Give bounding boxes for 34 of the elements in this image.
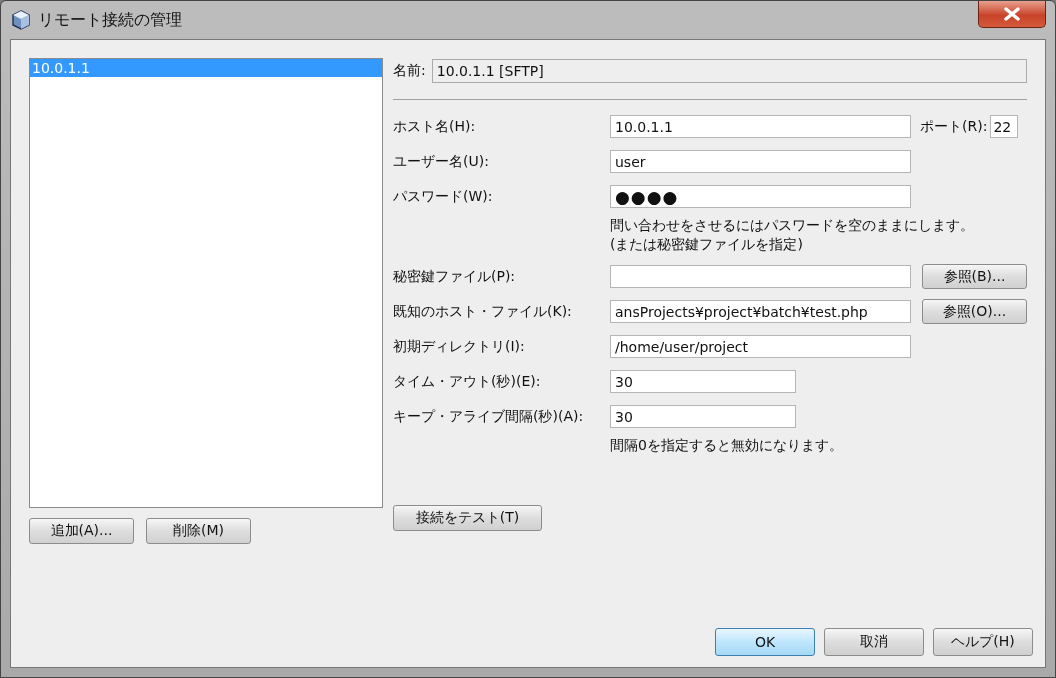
input-field[interactable]: 10.0.1.1 <box>610 115 911 138</box>
dialog-button[interactable]: ヘルプ(H) <box>933 628 1033 656</box>
test-connection-button[interactable]: 接続をテスト(T) <box>393 505 542 531</box>
field-label: ユーザー名(U): <box>393 152 490 171</box>
name-field: 10.0.1.1 [SFTP] <box>431 59 1027 83</box>
hint-text: 間隔0を指定すると無効になります。 <box>610 436 844 455</box>
input-field[interactable]: user <box>610 150 911 173</box>
close-button[interactable] <box>978 1 1046 28</box>
input-field[interactable]: 30 <box>610 405 796 428</box>
field-label: 秘密鍵ファイル(P): <box>393 267 517 286</box>
list-button[interactable]: 削除(M) <box>146 518 251 544</box>
close-icon <box>1002 7 1022 21</box>
port-field[interactable]: 22 <box>990 115 1019 138</box>
cube-icon <box>10 9 32 31</box>
window-title: リモート接続の管理 <box>38 9 182 31</box>
field-label: タイム・アウト(秒)(E): <box>393 372 542 391</box>
name-label: 名前: <box>393 62 426 80</box>
field-label: ホスト名(H): <box>393 117 477 136</box>
hint-text: 問い合わせをさせるにはパスワードを空のままにします。 (または秘密鍵ファイルを指定) <box>610 216 975 254</box>
list-button[interactable]: 追加(A)... <box>29 518 134 544</box>
input-field[interactable]: /home/user/project <box>610 335 911 358</box>
input-field[interactable]: 30 <box>610 370 796 393</box>
field-label: キープ・アライブ間隔(秒)(A): <box>393 407 585 426</box>
password-field[interactable]: ●●●● <box>610 185 911 208</box>
input-field[interactable]: ansProjects¥project¥batch¥test.php <box>610 300 911 323</box>
field-label: パスワード(W): <box>393 187 494 206</box>
port-label: ポート(R): <box>920 117 988 136</box>
browse-button[interactable]: 参照(B)... <box>922 264 1027 289</box>
field-label: 既知のホスト・ファイル(K): <box>393 302 573 321</box>
dialog-button[interactable]: 取消 <box>824 628 924 656</box>
input-field[interactable] <box>610 265 911 288</box>
browse-button[interactable]: 参照(O)... <box>922 299 1027 324</box>
field-label: 初期ディレクトリ(I): <box>393 337 526 356</box>
dialog-button[interactable]: OK <box>715 628 815 656</box>
